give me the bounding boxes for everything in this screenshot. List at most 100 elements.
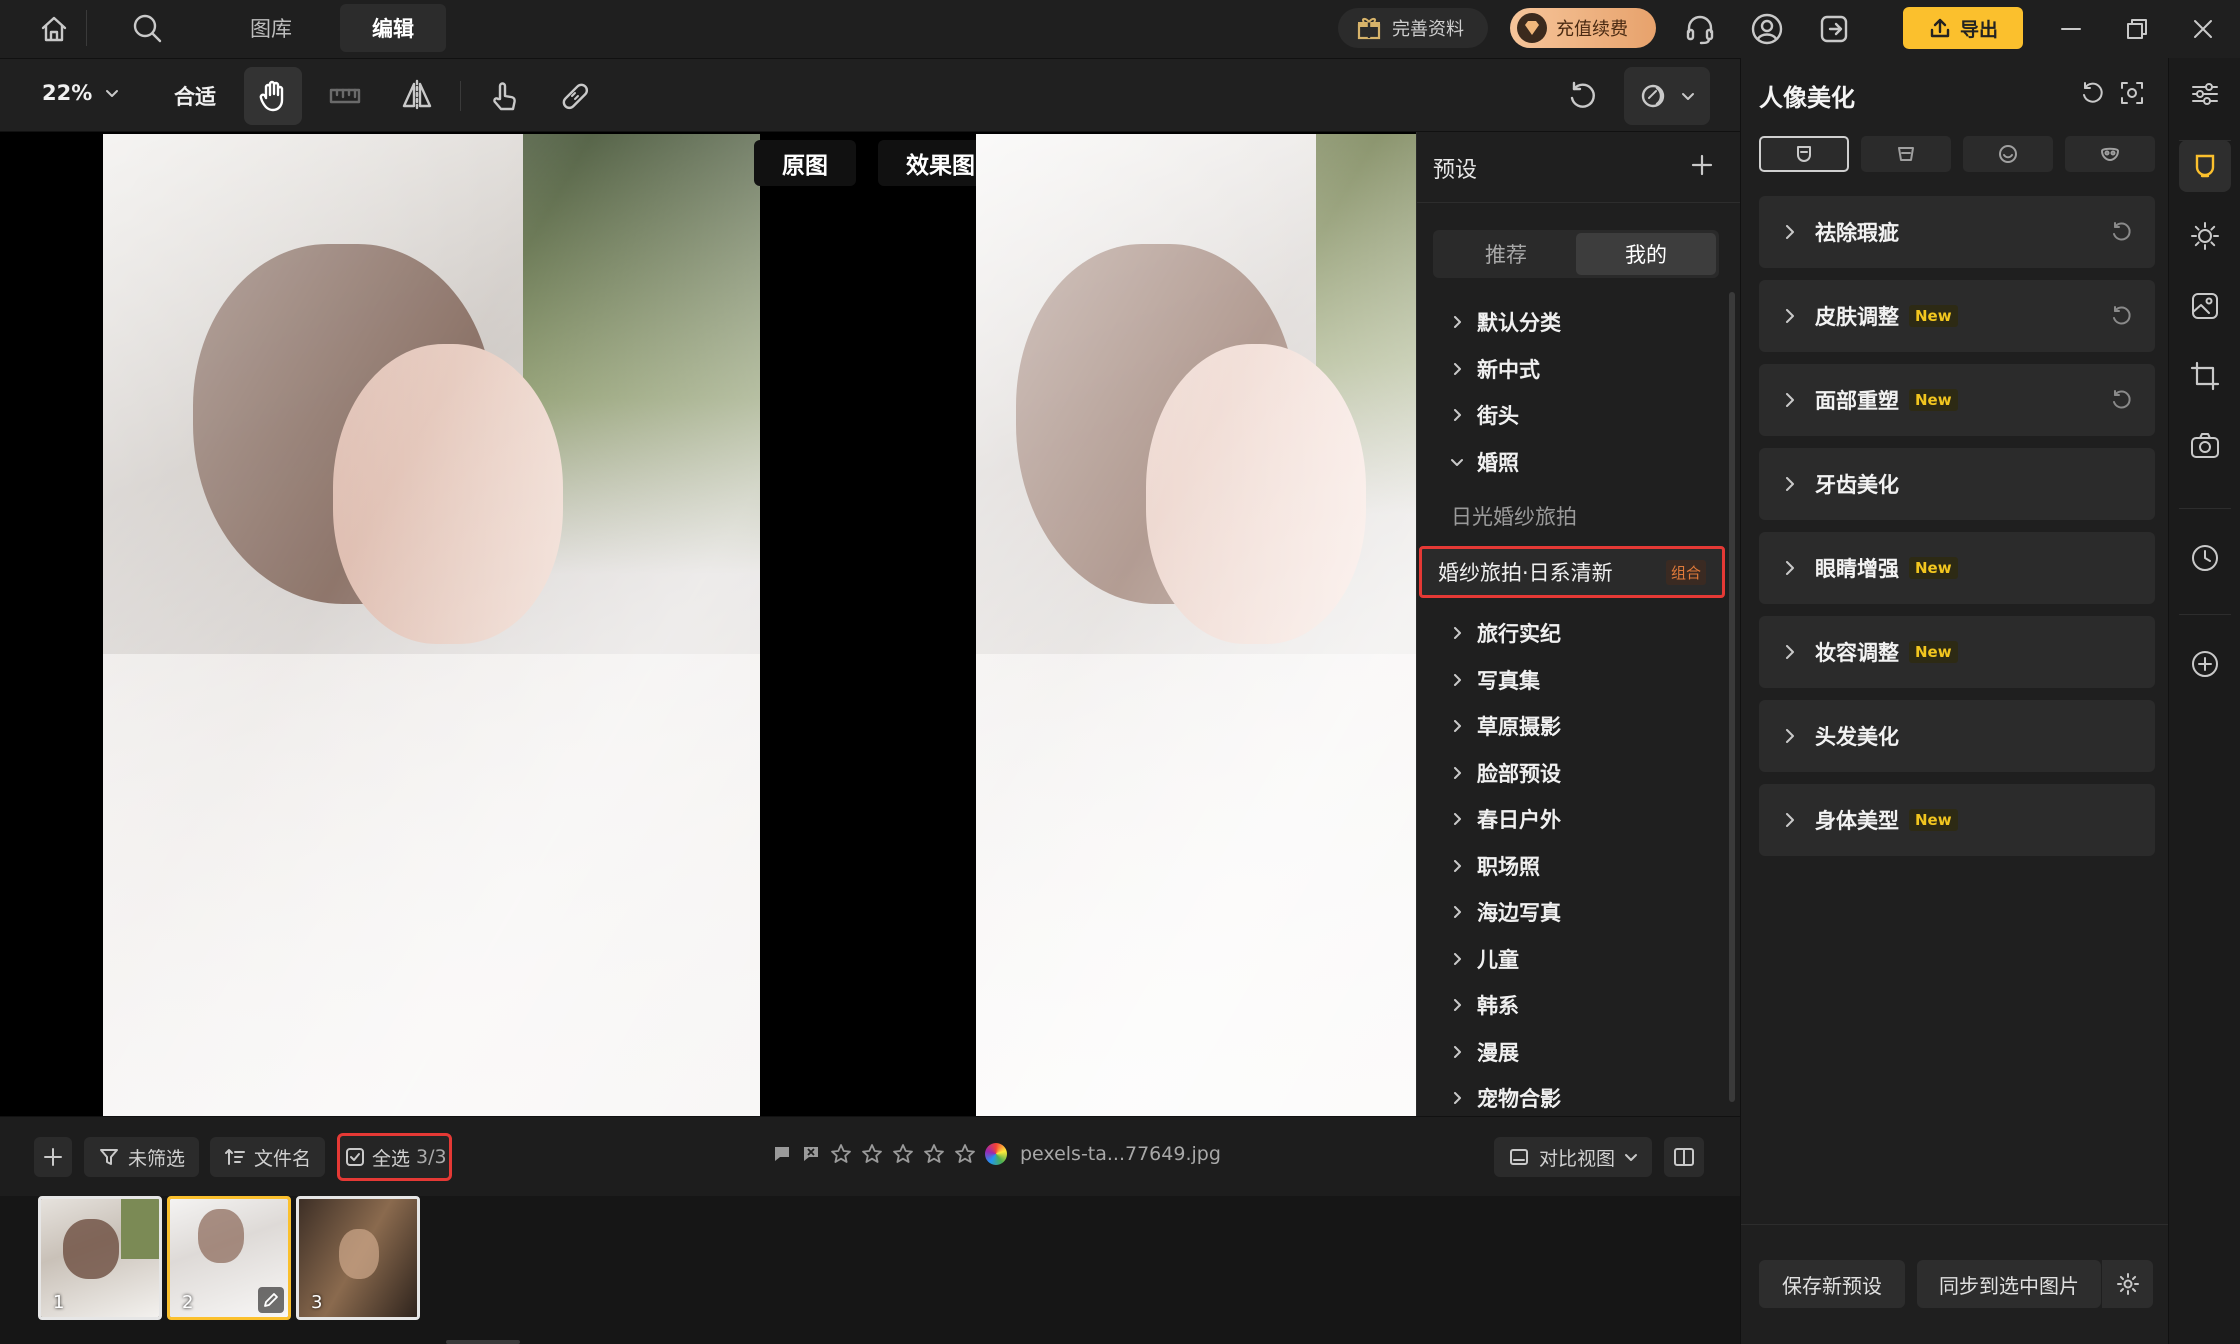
flip-button[interactable] [388,67,446,125]
category-workplace[interactable]: 职场照 [1451,844,1540,888]
color-label-icon[interactable] [985,1143,1007,1165]
undo-all-button[interactable] [1554,67,1612,125]
flag-icon[interactable] [772,1144,792,1164]
tab-gallery[interactable]: 图库 [218,4,324,52]
reset-icon [2113,390,2131,409]
section-teeth[interactable]: 牙齿美化 [1759,448,2155,520]
zoom-value: 22% [42,81,93,105]
restore-icon[interactable] [2124,16,2150,42]
reject-flag-icon[interactable] [801,1144,821,1164]
flip-icon [402,79,432,113]
fit-button[interactable]: 合适 [174,81,216,111]
category-pet[interactable]: 宠物合影 [1451,1076,1561,1116]
tab-mask[interactable] [2065,136,2155,172]
sync-settings-button[interactable] [2101,1260,2153,1308]
category-grassland[interactable]: 草原摄影 [1451,704,1561,748]
tab-tooth[interactable] [1861,136,1951,172]
chevron-right-icon [1454,409,1461,421]
thumbnail-3[interactable]: 3 [296,1196,420,1320]
tab-smile[interactable] [1963,136,2053,172]
history-button[interactable] [2179,532,2231,584]
zoom-select[interactable]: 22% [42,81,120,105]
sync-selected-button[interactable]: 同步到选中图片 [1917,1260,2101,1308]
category-face[interactable]: 脸部预设 [1451,751,1561,795]
category-kids[interactable]: 儿童 [1451,937,1519,981]
bandage-icon [562,83,589,110]
add-preset-icon[interactable] [1689,152,1715,178]
star-icon[interactable] [892,1143,914,1165]
category-travel[interactable]: 旅行实纪 [1451,611,1561,655]
select-all-button[interactable]: 全选 3/3 [337,1133,452,1181]
section-body[interactable]: 身体美型 New [1759,784,2155,856]
crop-tool-button[interactable] [2179,350,2231,402]
preset-scrollbar[interactable] [1729,292,1735,1102]
category-comic-expo[interactable]: 漫展 [1451,1030,1519,1074]
tab-mine[interactable]: 我的 [1576,233,1716,275]
compare-view-dropdown[interactable]: 对比视图 [1494,1137,1652,1177]
search-icon[interactable] [130,11,164,45]
category-default[interactable]: 默认分类 [1451,300,1561,344]
add-tool-button[interactable] [2179,638,2231,690]
thumbnail-hair [198,1209,244,1263]
star-icon[interactable] [861,1143,883,1165]
adjust-sliders-button[interactable] [2179,68,2231,120]
chevron-down-icon [1624,1154,1637,1161]
category-wedding[interactable]: 婚照 [1451,440,1519,484]
headset-icon[interactable] [1683,12,1717,46]
bandage-tool-button[interactable] [546,67,604,125]
section-eyes[interactable]: 眼睛增强 New [1759,532,2155,604]
image-canvas[interactable]: 原图 效果图 [0,132,1416,1116]
close-icon[interactable] [2190,16,2216,42]
ruler-tool-button[interactable] [316,67,374,125]
category-korean[interactable]: 韩系 [1451,983,1519,1027]
minimize-icon[interactable] [2058,16,2084,42]
section-makeup[interactable]: 妆容调整 New [1759,616,2155,688]
preset-item-sunlight-wedding[interactable]: 日光婚纱旅拍 [1451,494,1577,538]
star-icon[interactable] [923,1143,945,1165]
touch-tool-button[interactable] [474,67,532,125]
hand-tool-button[interactable] [244,67,302,125]
camera-tool-button[interactable] [2179,420,2231,472]
face-detect-icon[interactable] [2119,80,2145,106]
category-new-chinese[interactable]: 新中式 [1451,347,1540,391]
category-seaside[interactable]: 海边写真 [1451,890,1561,934]
logout-icon[interactable] [1817,12,1851,46]
add-photo-button[interactable] [34,1137,72,1177]
filter-button[interactable]: 未筛选 [84,1137,200,1177]
preset-tabs: 推荐 我的 [1433,230,1719,278]
filmstrip-scrollbar[interactable] [446,1340,520,1344]
category-portrait-album[interactable]: 写真集 [1451,658,1540,702]
sort-button[interactable]: 文件名 [210,1137,326,1177]
star-icon[interactable] [954,1143,976,1165]
thumbnail-1[interactable]: 1 [38,1196,162,1320]
thumbnail-hair [63,1219,119,1279]
new-badge: New [1909,389,1958,411]
export-button[interactable]: 导出 [1903,7,2023,49]
reset-panel-icon[interactable] [2079,80,2105,106]
section-skin[interactable]: 皮肤调整 New [1759,280,2155,352]
profile-label: 完善资料 [1392,19,1464,40]
profile-button[interactable]: 完善资料 [1338,8,1488,48]
category-spring[interactable]: 春日户外 [1451,797,1561,841]
recharge-button[interactable]: 充值续费 [1510,8,1656,48]
section-hair[interactable]: 头发美化 [1759,700,2155,772]
home-icon[interactable] [38,13,70,45]
user-avatar-icon[interactable] [1750,12,1784,46]
tab-edit[interactable]: 编辑 [340,4,446,52]
section-face-reshape[interactable]: 面部重塑 New [1759,364,2155,436]
light-tool-button[interactable] [2179,210,2231,262]
compare-mode-dropdown[interactable] [1624,67,1710,125]
section-blemish[interactable]: 祛除瑕疵 [1759,196,2155,268]
image-adjust-button[interactable] [2179,280,2231,332]
chevron-right-icon [1786,561,1794,575]
veil-overlay [976,134,1416,1116]
preset-item-wedding-fresh[interactable]: 婚纱旅拍·日系清新 组合 [1419,546,1725,598]
category-street[interactable]: 街头 [1451,393,1519,437]
split-view-button[interactable] [1664,1137,1704,1177]
save-preset-button[interactable]: 保存新预设 [1759,1260,1905,1308]
star-icon[interactable] [830,1143,852,1165]
tab-recommended[interactable]: 推荐 [1436,233,1576,275]
portrait-tool-button[interactable] [2179,140,2231,192]
thumbnail-2[interactable]: 2 [167,1196,291,1320]
tab-face-skin[interactable] [1759,136,1849,172]
